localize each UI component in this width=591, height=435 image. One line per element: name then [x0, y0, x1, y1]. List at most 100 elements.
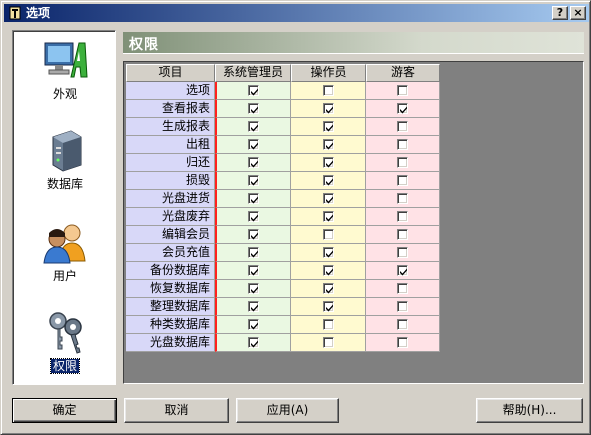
guest-permission-checkbox[interactable]	[397, 337, 408, 348]
permission-item-label[interactable]: 光盘数据库	[126, 334, 215, 352]
help-button[interactable]: 帮助(H)...	[476, 398, 583, 423]
operator-permission-checkbox[interactable]	[323, 175, 334, 186]
column-header-operator[interactable]: 操作员	[291, 64, 366, 82]
admin-permission-checkbox[interactable]	[248, 283, 259, 294]
operator-permission-checkbox[interactable]	[323, 103, 334, 114]
admin-permission-checkbox[interactable]	[248, 175, 259, 186]
database-server-icon	[52, 130, 82, 172]
operator-permission-checkbox[interactable]	[323, 157, 334, 168]
operator-permission-checkbox[interactable]	[323, 319, 334, 330]
guest-permission-checkbox[interactable]	[397, 319, 408, 330]
permission-cell-admin	[215, 172, 291, 190]
window-title: 选项	[26, 6, 51, 20]
permission-item-label[interactable]: 选项	[126, 82, 215, 100]
column-header-admin[interactable]: 系统管理员	[215, 64, 291, 82]
permission-cell-operator	[291, 262, 366, 280]
permission-item-label[interactable]: 损毁	[126, 172, 215, 190]
operator-permission-checkbox[interactable]	[323, 283, 334, 294]
checkmark-icon	[251, 340, 258, 348]
checkmark-icon	[326, 124, 333, 132]
permission-item-label[interactable]: 归还	[126, 154, 215, 172]
guest-permission-checkbox[interactable]	[397, 121, 408, 132]
permission-item-label[interactable]: 查看报表	[126, 100, 215, 118]
guest-permission-checkbox[interactable]	[397, 175, 408, 186]
admin-permission-checkbox[interactable]	[248, 301, 259, 312]
operator-permission-checkbox[interactable]	[323, 301, 334, 312]
operator-permission-checkbox[interactable]	[323, 85, 334, 96]
grid-header-row: 项目 系统管理员 操作员 游客	[126, 64, 440, 82]
guest-permission-checkbox[interactable]	[397, 103, 408, 114]
operator-permission-checkbox[interactable]	[323, 121, 334, 132]
admin-permission-checkbox[interactable]	[248, 229, 259, 240]
operator-permission-checkbox[interactable]	[323, 139, 334, 150]
checkmark-icon	[251, 196, 258, 204]
permission-item-label[interactable]: 生成报表	[126, 118, 215, 136]
permission-cell-guest	[366, 334, 440, 352]
guest-permission-checkbox[interactable]	[397, 301, 408, 312]
permission-item-label[interactable]: 光盘废弃	[126, 208, 215, 226]
admin-permission-checkbox[interactable]	[248, 211, 259, 222]
guest-permission-checkbox[interactable]	[397, 229, 408, 240]
operator-permission-checkbox[interactable]	[323, 193, 334, 204]
sidebar-item-permissions[interactable]: 权限	[13, 309, 117, 374]
apply-button[interactable]: 应用(A)	[236, 398, 339, 423]
guest-permission-checkbox[interactable]	[397, 157, 408, 168]
permission-cell-guest	[366, 208, 440, 226]
permission-cell-admin	[215, 334, 291, 352]
sidebar-item-users[interactable]: 用户	[13, 219, 117, 283]
guest-permission-checkbox[interactable]	[397, 193, 408, 204]
guest-permission-checkbox[interactable]	[397, 265, 408, 276]
permission-item-label[interactable]: 会员充值	[126, 244, 215, 262]
admin-permission-checkbox[interactable]	[248, 157, 259, 168]
permission-cell-operator	[291, 208, 366, 226]
permission-item-label[interactable]: 备份数据库	[126, 262, 215, 280]
permission-item-label[interactable]: 编辑会员	[126, 226, 215, 244]
column-header-item[interactable]: 项目	[126, 64, 215, 82]
permission-cell-operator	[291, 190, 366, 208]
guest-permission-checkbox[interactable]	[397, 85, 408, 96]
operator-permission-checkbox[interactable]	[323, 337, 334, 348]
table-row: 会员充值	[126, 244, 440, 262]
guest-permission-checkbox[interactable]	[397, 283, 408, 294]
title-bar[interactable]: 选项 ? ×	[4, 4, 589, 22]
admin-permission-checkbox[interactable]	[248, 265, 259, 276]
ok-button[interactable]: 确定	[12, 398, 117, 423]
admin-permission-checkbox[interactable]	[248, 337, 259, 348]
guest-permission-checkbox[interactable]	[397, 247, 408, 258]
title-help-button[interactable]: ?	[552, 6, 568, 20]
checkmark-icon	[326, 142, 333, 150]
checkmark-icon	[251, 88, 258, 96]
cancel-button[interactable]: 取消	[124, 398, 229, 423]
checkmark-icon	[326, 304, 333, 312]
guest-permission-checkbox[interactable]	[397, 211, 408, 222]
operator-permission-checkbox[interactable]	[323, 247, 334, 258]
operator-permission-checkbox[interactable]	[323, 229, 334, 240]
permission-cell-operator	[291, 316, 366, 334]
operator-permission-checkbox[interactable]	[323, 265, 334, 276]
operator-permission-checkbox[interactable]	[323, 211, 334, 222]
column-header-guest[interactable]: 游客	[366, 64, 440, 82]
title-close-button[interactable]: ×	[570, 6, 586, 20]
admin-permission-checkbox[interactable]	[248, 121, 259, 132]
sidebar-item-appearance[interactable]: 外观	[13, 37, 117, 101]
admin-permission-checkbox[interactable]	[248, 103, 259, 114]
admin-permission-checkbox[interactable]	[248, 193, 259, 204]
permission-item-label[interactable]: 种类数据库	[126, 316, 215, 334]
admin-permission-checkbox[interactable]	[248, 139, 259, 150]
permission-item-label[interactable]: 整理数据库	[126, 298, 215, 316]
admin-permission-checkbox[interactable]	[248, 319, 259, 330]
guest-permission-checkbox[interactable]	[397, 139, 408, 150]
table-row: 损毁	[126, 172, 440, 190]
permission-item-label[interactable]: 出租	[126, 136, 215, 154]
admin-permission-checkbox[interactable]	[248, 85, 259, 96]
sidebar-item-database[interactable]: 数据库	[13, 127, 117, 191]
checkmark-icon	[326, 286, 333, 294]
permission-cell-guest	[366, 154, 440, 172]
admin-permission-checkbox[interactable]	[248, 247, 259, 258]
checkmark-icon	[251, 214, 258, 222]
permission-item-label[interactable]: 恢复数据库	[126, 280, 215, 298]
permission-item-label[interactable]: 光盘进货	[126, 190, 215, 208]
permission-cell-guest	[366, 316, 440, 334]
permission-cell-admin	[215, 244, 291, 262]
table-row: 编辑会员	[126, 226, 440, 244]
